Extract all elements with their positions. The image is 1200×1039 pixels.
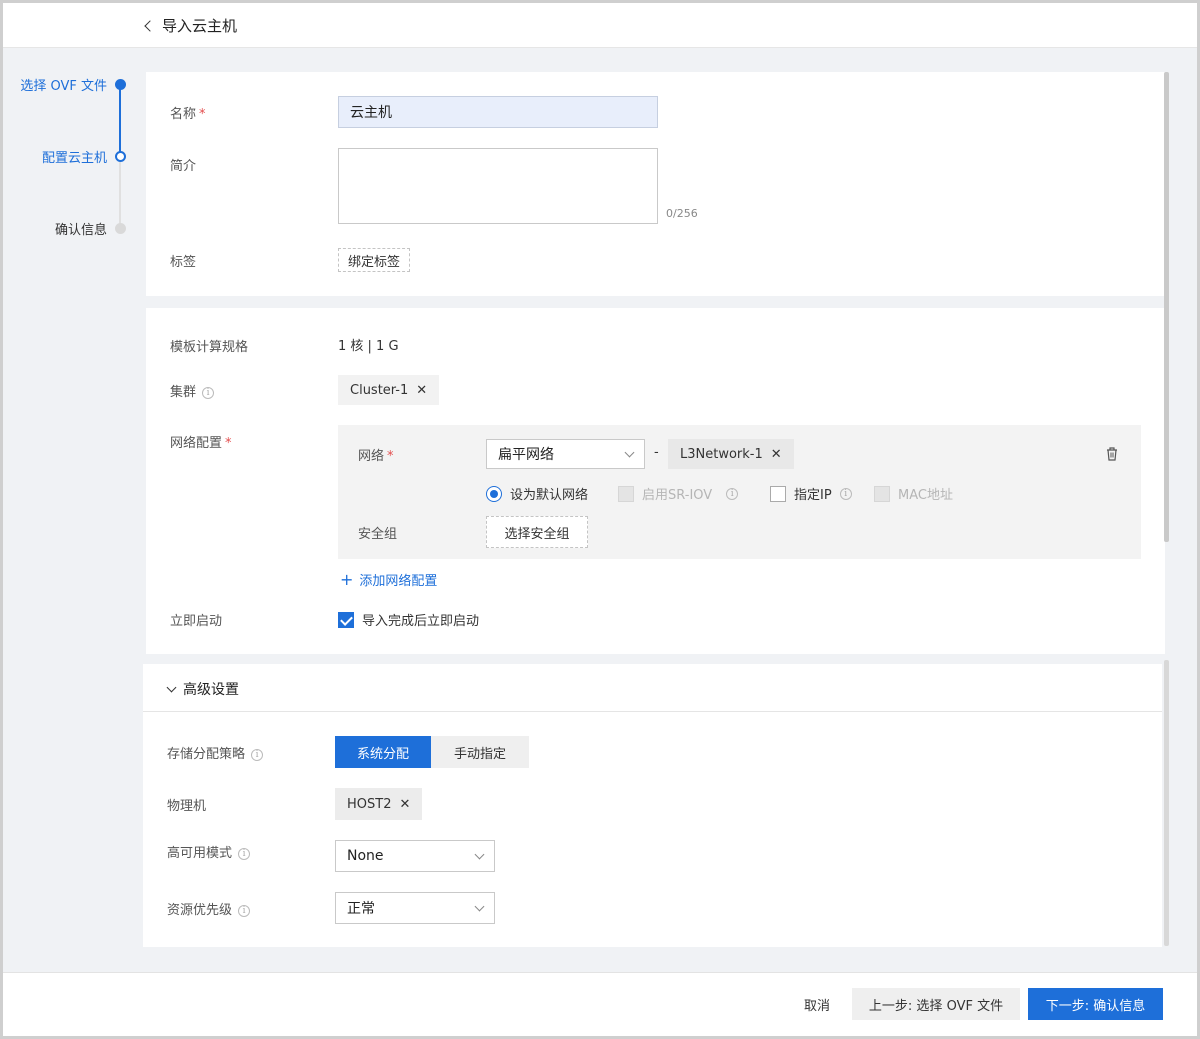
advanced-title: 高级设置: [183, 682, 239, 698]
step-label: 确认信息: [54, 223, 107, 238]
info-icon: i: [202, 387, 215, 399]
info-icon: i: [726, 487, 739, 500]
name-label: 名称 *: [170, 107, 206, 122]
close-icon[interactable]: ✕: [771, 447, 782, 462]
chevron-down-icon: [474, 901, 485, 911]
close-icon[interactable]: ✕: [416, 383, 427, 398]
ha-select[interactable]: None: [335, 840, 495, 872]
storage-manual-button[interactable]: 手动指定: [431, 736, 529, 768]
chevron-down-icon: [166, 682, 177, 692]
next-step-button[interactable]: 下一步: 确认信息: [1028, 988, 1163, 1020]
host-tag: HOST2 ✕: [335, 788, 423, 820]
cluster-label: 集群 i: [170, 381, 215, 400]
spec-label: 模板计算规格: [170, 340, 249, 355]
step-line-done: [119, 84, 121, 156]
radio-checked-icon[interactable]: [486, 485, 502, 502]
chevron-down-icon: [624, 447, 635, 457]
checkbox-disabled-icon: [874, 485, 890, 502]
network-label: 网络 *: [358, 449, 394, 464]
priority-select[interactable]: 正常: [335, 892, 495, 924]
scrollbar-track[interactable]: [1164, 660, 1169, 946]
advanced-toggle[interactable]: 高级设置: [166, 679, 239, 699]
info-icon: i: [251, 749, 264, 761]
sriov-label: 启用SR-IOV: [642, 488, 713, 503]
scrollbar-thumb[interactable]: [1164, 72, 1169, 542]
select-security-group-button[interactable]: 选择安全组: [486, 516, 588, 548]
checkbox-disabled-icon: [618, 485, 634, 502]
desc-textarea[interactable]: [338, 148, 658, 224]
advanced-card: [143, 664, 1162, 947]
divider: [143, 711, 1162, 712]
step-configure-vm[interactable]: 配置云主机: [42, 147, 126, 166]
step-done-dot: [115, 79, 126, 90]
network-tag: L3Network-1 ✕: [668, 439, 794, 469]
chevron-down-icon: [474, 849, 485, 859]
security-group-label: 安全组: [358, 527, 398, 542]
footer-bar: 取消 上一步: 选择 OVF 文件 下一步: 确认信息: [3, 972, 1197, 1036]
sriov-option: 启用SR-IOV i: [618, 484, 739, 503]
top-bar: 导入云主机: [3, 3, 1197, 48]
network-type-value: 扁平网络: [498, 447, 554, 463]
chevron-left-icon: [144, 20, 156, 32]
info-icon: i: [839, 487, 852, 500]
step-todo-dot: [115, 223, 126, 234]
close-icon[interactable]: ✕: [399, 797, 410, 812]
network-tag-label: L3Network-1: [680, 446, 763, 462]
host-tag-label: HOST2: [347, 796, 392, 812]
prev-step-button[interactable]: 上一步: 选择 OVF 文件: [852, 988, 1020, 1020]
add-network-label: 添加网络配置: [359, 574, 438, 589]
step-current-dot: [115, 151, 126, 162]
default-network-option[interactable]: 设为默认网络: [486, 484, 588, 503]
host-label: 物理机: [167, 799, 207, 814]
network-separator: -: [654, 445, 659, 460]
desc-label: 简介: [170, 159, 197, 174]
trash-icon[interactable]: [1105, 446, 1119, 465]
tag-label: 标签: [170, 255, 197, 270]
step-label: 选择 OVF 文件: [20, 79, 107, 94]
step-confirm-info[interactable]: 确认信息: [55, 219, 126, 238]
priority-value: 正常: [347, 901, 375, 917]
desc-counter: 0/256: [666, 207, 698, 220]
network-config-label: 网络配置 *: [170, 436, 232, 451]
step-line-todo: [119, 161, 121, 227]
bind-tag-button[interactable]: 绑定标签: [338, 248, 410, 272]
mac-label: MAC地址: [898, 488, 953, 503]
name-value: 云主机: [350, 105, 392, 121]
step-select-ovf[interactable]: 选择 OVF 文件: [20, 75, 126, 94]
checkbox-checked-icon[interactable]: [338, 611, 354, 628]
storage-system-button[interactable]: 系统分配: [335, 736, 431, 768]
start-after-import-option[interactable]: 导入完成后立即启动: [338, 610, 479, 629]
static-ip-label: 指定IP: [794, 488, 832, 503]
cluster-tag: Cluster-1 ✕: [338, 375, 440, 405]
priority-label: 资源优先级 i: [167, 899, 251, 918]
start-label: 立即启动: [170, 614, 223, 629]
back-link[interactable]: 导入云主机: [144, 15, 238, 36]
static-ip-option[interactable]: 指定IP i: [770, 484, 852, 503]
spec-value: 1 核 | 1 G: [338, 339, 399, 354]
name-input[interactable]: 云主机: [338, 96, 658, 128]
page-title: 导入云主机: [162, 17, 238, 35]
default-network-label: 设为默认网络: [510, 488, 589, 503]
cancel-button[interactable]: 取消: [788, 988, 846, 1020]
checkbox-icon[interactable]: [770, 485, 786, 502]
ha-value: None: [347, 848, 384, 864]
mac-option: MAC地址: [874, 484, 953, 503]
storage-label: 存储分配策略 i: [167, 743, 264, 762]
info-icon: i: [238, 905, 251, 917]
step-label: 配置云主机: [41, 151, 107, 166]
network-type-select[interactable]: 扁平网络: [486, 439, 645, 469]
ha-label: 高可用模式 i: [167, 842, 251, 861]
plus-icon: +: [340, 569, 354, 589]
cluster-tag-label: Cluster-1: [350, 382, 409, 398]
add-network-link[interactable]: + 添加网络配置: [340, 570, 437, 589]
info-icon: i: [238, 848, 251, 860]
start-option-label: 导入完成后立即启动: [362, 614, 480, 629]
